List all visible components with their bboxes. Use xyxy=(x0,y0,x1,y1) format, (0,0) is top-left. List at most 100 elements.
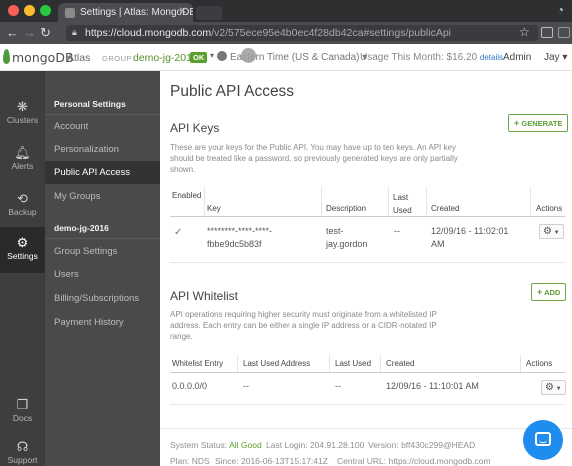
add-whitelist-button[interactable]: + ADD xyxy=(531,283,567,301)
group-label: GROUP xyxy=(102,54,133,63)
user-menu[interactable]: Jay ▾ xyxy=(544,52,567,63)
divider xyxy=(170,262,565,263)
central-url: Central URL: https://cloud.mongodb.com xyxy=(337,456,491,466)
sidebar-item-group-settings[interactable]: Group Settings xyxy=(45,240,160,263)
app-header: mongoDB Atlas GROUP demo-jg-2016 OK ▾ Ea… xyxy=(0,44,572,71)
check-icon: ✓ xyxy=(174,227,183,238)
close-window-button[interactable] xyxy=(8,5,19,16)
column-header: Actions xyxy=(526,359,553,368)
cast-icon[interactable] xyxy=(541,27,553,38)
chevron-down-icon: ▼ xyxy=(553,386,562,392)
mouse-cursor xyxy=(241,48,256,63)
bell-icon: 🔔︎ xyxy=(14,145,31,160)
url-path: /v2/575ece95e4b0ec4f28db42ca#settings/pu… xyxy=(211,27,452,39)
divider xyxy=(530,187,531,216)
key-last-used: -- xyxy=(394,226,400,236)
bookmark-star-icon[interactable]: ☆ xyxy=(519,25,530,39)
extension-icon[interactable] xyxy=(558,27,570,38)
system-status: System Status: All Good xyxy=(170,440,262,450)
rail-clusters[interactable]: ❋ Clusters xyxy=(0,93,45,137)
version: Version: bff430c299@HEAD xyxy=(368,440,476,450)
back-icon[interactable]: ← xyxy=(6,25,19,41)
sidebar-item-payment-history[interactable]: Payment History xyxy=(45,311,160,334)
forward-icon[interactable]: → xyxy=(23,25,36,41)
rail-label: Docs xyxy=(12,413,33,423)
rail-docs[interactable]: ❐ Docs xyxy=(0,391,45,435)
column-header: Description xyxy=(326,204,367,213)
group-status-badge: OK xyxy=(190,52,208,63)
clock-icon xyxy=(217,51,227,61)
logo[interactable]: mongoDB xyxy=(12,50,74,65)
minimize-window-button[interactable] xyxy=(24,5,35,16)
tab-title: Settings | Atlas: MongoDB Atl xyxy=(80,7,193,18)
key-description: jay.gordon xyxy=(326,239,368,249)
last-login: Last Login: 204.91.28.100 xyxy=(266,440,365,450)
chevron-down-icon[interactable]: ▾ xyxy=(210,51,214,60)
rail-label: Clusters xyxy=(6,115,39,125)
page-footer: System Status: All Good Last Login: 204.… xyxy=(160,428,572,466)
new-tab-button[interactable] xyxy=(196,6,222,20)
url-host: https://cloud.mongodb.com xyxy=(85,27,212,39)
sidebar-item-public-api-access[interactable]: Public API Access xyxy=(45,161,160,184)
rail-label: Support xyxy=(7,455,38,465)
usage-details-link[interactable]: details xyxy=(480,53,503,62)
key-description: test- xyxy=(326,226,344,236)
api-keys-title: API Keys xyxy=(170,121,220,135)
personal-settings-heading: Personal Settings xyxy=(54,99,126,109)
sidebar-item-personalization[interactable]: Personalization xyxy=(45,138,160,161)
url-bar[interactable]: 🔒︎ https://cloud.mongodb.com/v2/575ece95… xyxy=(66,25,538,41)
rail-label: Backup xyxy=(8,207,37,217)
system-status-value[interactable]: All Good xyxy=(229,440,262,450)
maximize-window-button[interactable] xyxy=(40,5,51,16)
nav-rail: ❋ Clusters 🔔︎ Alerts ⟲ Backup ⚙ Settings… xyxy=(0,71,45,466)
key-value: fbbe9dc5b83f xyxy=(207,239,262,249)
whitelist-actions-button[interactable]: ⚙ ▼ xyxy=(541,380,566,395)
rail-backup[interactable]: ⟲ Backup xyxy=(0,185,45,229)
rail-settings[interactable]: ⚙ Settings xyxy=(0,227,45,273)
generate-key-button[interactable]: + GENERATE xyxy=(508,114,569,132)
divider xyxy=(380,355,381,372)
cluster-icon: ❋ xyxy=(17,99,28,114)
main-content: Public API Access API Keys + GENERATE Th… xyxy=(160,71,572,466)
page-title: Public API Access xyxy=(170,83,295,100)
plus-icon: + xyxy=(537,287,543,297)
sidebar-item-billing[interactable]: Billing/Subscriptions xyxy=(45,287,160,310)
gear-icon: ⚙ xyxy=(545,382,554,393)
favicon-icon xyxy=(65,8,75,18)
column-header: Enabled xyxy=(172,191,202,200)
whitelist-last-used-address: -- xyxy=(243,381,249,391)
sidebar-item-account[interactable]: Account xyxy=(45,115,160,138)
divider xyxy=(329,355,330,372)
lock-icon: 🔒︎ xyxy=(72,27,77,37)
backup-icon: ⟲ xyxy=(17,191,28,206)
add-whitelist-label: ADD xyxy=(544,288,561,297)
reload-icon[interactable]: ↻ xyxy=(40,25,51,41)
column-header: Created xyxy=(386,359,415,368)
system-status-label: System Status: xyxy=(170,440,228,450)
whitelist-created: 12/09/16 - 11:10:01 AM xyxy=(386,381,479,391)
api-whitelist-description: API operations requiring higher security… xyxy=(170,310,437,341)
key-created: AM xyxy=(431,239,445,249)
admin-link[interactable]: Admin xyxy=(503,52,531,63)
since: Since: 2016-06-13T15:17:41Z xyxy=(215,456,328,466)
browser-tab[interactable]: Settings | Atlas: MongoDB Atl ✕ xyxy=(58,3,193,22)
rail-alerts[interactable]: 🔔︎ Alerts xyxy=(0,139,45,183)
column-header: Last Used xyxy=(393,193,412,215)
sidebar-item-users[interactable]: Users xyxy=(45,263,160,286)
divider xyxy=(237,355,238,372)
gear-icon: ⚙ xyxy=(16,235,29,250)
column-header: Actions xyxy=(536,204,563,213)
docs-icon: ❐ xyxy=(16,397,29,412)
chat-launcher-button[interactable] xyxy=(523,420,563,460)
rail-support[interactable]: ☊ Support xyxy=(0,433,45,466)
incognito-icon: ◔ xyxy=(556,3,564,17)
tab-close-icon[interactable]: ✕ xyxy=(179,6,187,17)
group-selector[interactable]: demo-jg-2016 xyxy=(133,52,198,64)
rail-label: Settings xyxy=(7,251,38,261)
api-whitelist-title: API Whitelist xyxy=(170,289,239,303)
sidebar-item-my-groups[interactable]: My Groups xyxy=(45,185,160,208)
divider xyxy=(170,404,565,405)
chevron-down-icon: ▼ xyxy=(551,230,560,236)
key-actions-button[interactable]: ⚙ ▼ xyxy=(539,224,564,239)
divider xyxy=(520,355,521,372)
